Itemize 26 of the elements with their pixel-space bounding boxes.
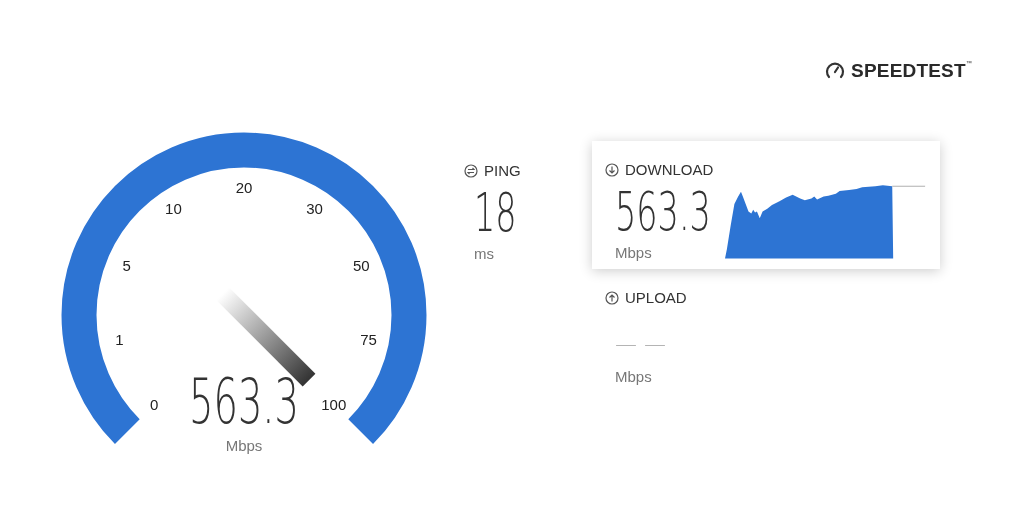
graph-baseline bbox=[891, 185, 926, 187]
ping-icon bbox=[464, 163, 478, 178]
tick-label: 0 bbox=[150, 395, 159, 413]
up-arrow-icon bbox=[605, 290, 619, 305]
upload-value: — — bbox=[615, 330, 666, 358]
upload-label: UPLOAD bbox=[625, 289, 687, 306]
tick-label: 50 bbox=[353, 257, 370, 275]
gauge-logo-icon bbox=[825, 61, 845, 81]
tick-label: 75 bbox=[360, 330, 377, 348]
tick-label: 10 bbox=[165, 200, 182, 218]
ping-value: 18 bbox=[474, 185, 517, 241]
speed-unit: Mbps bbox=[225, 437, 263, 454]
download-label: DOWNLOAD bbox=[625, 161, 714, 178]
download-unit: Mbps bbox=[615, 244, 653, 261]
ping-unit: ms bbox=[474, 245, 495, 262]
speed-value: 563.3 bbox=[189, 365, 299, 438]
ping-label: PING bbox=[484, 162, 521, 179]
tick-label: 30 bbox=[306, 200, 323, 218]
upload-unit: Mbps bbox=[615, 368, 653, 385]
tick-label: 100 bbox=[321, 395, 347, 413]
tick-label: 20 bbox=[235, 179, 253, 196]
tick-label: 5 bbox=[122, 257, 131, 275]
brand-name: SPEEDTEST$^{™}$ bbox=[851, 60, 972, 82]
down-arrow-icon bbox=[605, 162, 619, 177]
tick-label: 1 bbox=[115, 330, 124, 348]
download-value: 563.3 bbox=[615, 184, 711, 240]
